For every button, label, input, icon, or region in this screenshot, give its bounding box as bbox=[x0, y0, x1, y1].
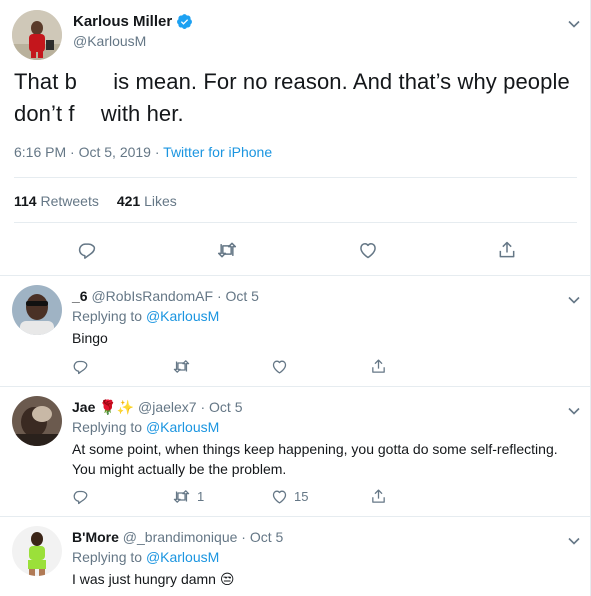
reply-author-name[interactable]: B'More bbox=[72, 529, 119, 545]
replying-to-label: Replying to bbox=[72, 419, 143, 435]
likes-label: Likes bbox=[144, 193, 177, 209]
name-emoji: 🌹✨ bbox=[99, 399, 135, 415]
reply-icon bbox=[72, 488, 89, 505]
verified-badge-icon bbox=[176, 13, 193, 30]
reply-header: _6 @RobIsRandomAF · Oct 5 bbox=[72, 288, 259, 304]
unamused-emoji: 😒 bbox=[219, 571, 235, 587]
engagement-stats: 114 Retweets 421 Likes bbox=[14, 193, 177, 209]
retweet-button[interactable] bbox=[172, 358, 191, 375]
replying-to: Replying to @KarlousM bbox=[72, 308, 219, 324]
avatar-photo bbox=[12, 396, 62, 446]
avatar[interactable] bbox=[12, 396, 62, 446]
replying-to-handle[interactable]: @KarlousM bbox=[146, 419, 219, 435]
tweet-text-part-3: with her. bbox=[94, 101, 184, 126]
reply-date[interactable]: Oct 5 bbox=[226, 288, 259, 304]
replying-to-label: Replying to bbox=[72, 308, 143, 324]
divider bbox=[0, 275, 591, 276]
reply-text: At some point, when things keep happenin… bbox=[72, 441, 558, 477]
replying-to: Replying to @KarlousM bbox=[72, 419, 219, 435]
reply-author-name[interactable]: Jae bbox=[72, 399, 95, 415]
like-icon bbox=[271, 358, 288, 375]
reply-header: Jae 🌹✨ @jaelex7 · Oct 5 bbox=[72, 399, 243, 415]
avatar[interactable] bbox=[12, 10, 62, 60]
tweet-meta: 6:16 PM · Oct 5, 2019 · Twitter for iPho… bbox=[14, 144, 272, 160]
retweet-icon bbox=[216, 240, 238, 260]
author-handle[interactable]: @KarlousM bbox=[73, 33, 146, 49]
retweets-stat[interactable]: 114 Retweets bbox=[14, 193, 99, 209]
chevron-down-icon[interactable] bbox=[567, 403, 581, 415]
avatar-photo bbox=[12, 526, 62, 576]
like-icon bbox=[271, 488, 288, 505]
avatar-photo bbox=[12, 10, 62, 60]
retweets-label: Retweets bbox=[40, 193, 99, 209]
reply-text: Bingo bbox=[72, 330, 108, 346]
timestamp[interactable]: 6:16 PM · Oct 5, 2019 bbox=[14, 144, 151, 160]
share-icon bbox=[370, 358, 387, 375]
censor-block bbox=[74, 106, 95, 125]
likes-count: 421 bbox=[116, 193, 141, 209]
divider bbox=[0, 516, 591, 517]
avatar[interactable] bbox=[12, 526, 62, 576]
avatar[interactable] bbox=[12, 285, 62, 335]
retweet-icon bbox=[172, 488, 191, 505]
tweet-text-part-1: That b bbox=[14, 69, 77, 94]
censor-block bbox=[76, 74, 107, 93]
like-icon bbox=[358, 240, 378, 260]
retweet-count: 1 bbox=[197, 489, 205, 504]
reply-icon bbox=[72, 358, 89, 375]
reply-button[interactable] bbox=[72, 358, 89, 375]
author-row: Karlous Miller bbox=[73, 13, 193, 30]
like-button[interactable] bbox=[358, 240, 378, 260]
replying-to: Replying to @KarlousM bbox=[72, 549, 219, 565]
reply-author-handle[interactable]: @_brandimonique bbox=[123, 529, 238, 545]
share-icon bbox=[370, 488, 387, 505]
like-count: 15 bbox=[294, 489, 309, 504]
reply-text: I was just hungry damn 😒 bbox=[72, 569, 234, 589]
tweet-text: That b is mean. For no reason. And that’… bbox=[14, 66, 574, 130]
replying-to-handle[interactable]: @KarlousM bbox=[146, 549, 219, 565]
reply-date[interactable]: Oct 5 bbox=[209, 399, 242, 415]
reply-button[interactable] bbox=[72, 488, 89, 505]
chevron-down-icon[interactable] bbox=[567, 16, 581, 28]
chevron-down-icon[interactable] bbox=[567, 533, 581, 545]
reply-author-handle[interactable]: @jaelex7 bbox=[138, 399, 197, 415]
retweets-count: 114 bbox=[14, 193, 37, 209]
retweet-button[interactable]: 1 bbox=[172, 488, 204, 505]
reply-text-content: I was just hungry damn bbox=[72, 571, 216, 587]
like-button[interactable] bbox=[271, 358, 288, 375]
share-icon bbox=[497, 240, 517, 260]
chevron-down-icon[interactable] bbox=[567, 292, 581, 304]
share-button[interactable] bbox=[370, 488, 387, 505]
reply-header: B'More @_brandimonique · Oct 5 bbox=[72, 529, 284, 545]
replying-to-label: Replying to bbox=[72, 549, 143, 565]
reply-button[interactable] bbox=[77, 240, 97, 260]
likes-stat[interactable]: 421 Likes bbox=[117, 193, 177, 209]
divider bbox=[0, 386, 591, 387]
retweet-button[interactable] bbox=[216, 240, 238, 260]
meta-separator: · bbox=[150, 144, 164, 160]
avatar-photo bbox=[12, 285, 62, 335]
reply-icon bbox=[77, 240, 97, 260]
reply-author-handle[interactable]: @RobIsRandomAF bbox=[91, 288, 213, 304]
like-button[interactable]: 15 bbox=[271, 488, 308, 505]
divider bbox=[14, 222, 577, 223]
replying-to-handle[interactable]: @KarlousM bbox=[146, 308, 219, 324]
author-name[interactable]: Karlous Miller bbox=[73, 13, 172, 30]
reply-date[interactable]: Oct 5 bbox=[250, 529, 283, 545]
divider bbox=[14, 177, 577, 178]
share-button[interactable] bbox=[370, 358, 387, 375]
source-link[interactable]: Twitter for iPhone bbox=[163, 144, 272, 160]
tweet-thread: Karlous Miller @KarlousM That b is mean.… bbox=[0, 0, 591, 596]
reply-author-name[interactable]: _6 bbox=[72, 288, 88, 304]
share-button[interactable] bbox=[497, 240, 517, 260]
retweet-icon bbox=[172, 358, 191, 375]
